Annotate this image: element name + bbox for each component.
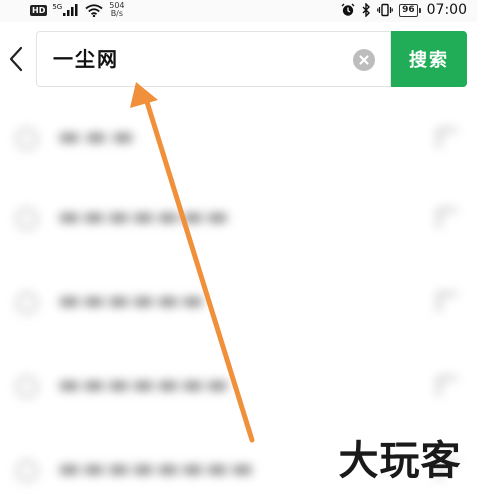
clear-x-icon [359, 55, 369, 65]
battery-level: 96 [399, 3, 418, 17]
fill-arrow-icon[interactable] [437, 292, 457, 312]
list-item[interactable]: ▬▬▬▬▬▬▬ [0, 354, 477, 414]
alarm-icon [341, 3, 355, 16]
suggestion-text: ▬▬▬ [58, 122, 139, 150]
search-header: 搜索 [0, 22, 477, 98]
cell-signal: 5G [52, 3, 79, 16]
suggestion-text: ▬▬▬▬▬▬ [58, 286, 207, 314]
fill-arrow-icon[interactable] [437, 128, 457, 148]
history-icon [16, 376, 38, 398]
history-icon [16, 292, 38, 314]
list-item[interactable]: ▬▬▬ [0, 106, 477, 166]
status-bar-right: 96 07:00 [341, 2, 467, 18]
vibrate-icon [377, 3, 393, 17]
hd-badge: HD [30, 4, 48, 16]
signal-icon [63, 4, 78, 16]
wifi-icon [85, 3, 103, 17]
search-button[interactable]: 搜索 [391, 31, 467, 87]
history-icon [16, 128, 38, 150]
status-time: 07:00 [426, 2, 467, 18]
network-speed: 504 B/s [109, 2, 124, 18]
battery-icon: 96 [399, 3, 421, 17]
search-box [36, 31, 391, 87]
fill-arrow-icon[interactable] [437, 376, 457, 396]
status-bar-left: HD 5G 504 B/s [30, 2, 125, 18]
history-icon [16, 460, 38, 482]
watermark: 大玩客 [339, 438, 462, 484]
status-bar: HD 5G 504 B/s 96 07:00 [0, 0, 477, 22]
suggestion-text: ▬▬▬▬▬▬▬▬ [58, 454, 256, 482]
battery-cap [418, 7, 421, 13]
suggestion-list: ▬▬▬ ▬▬▬▬▬▬▬ ▬▬▬▬▬▬ ▬▬▬▬▬▬▬ ▬▬▬▬▬▬▬▬ [0, 98, 477, 489]
fill-arrow-icon[interactable] [437, 208, 457, 228]
list-item[interactable]: ▬▬▬▬▬▬▬ [0, 186, 477, 246]
list-item[interactable]: ▬▬▬▬▬▬ [0, 270, 477, 330]
search-input[interactable] [53, 45, 333, 69]
history-icon [16, 208, 38, 230]
back-icon[interactable] [6, 46, 26, 72]
suggestion-text: ▬▬▬▬▬▬▬ [58, 202, 231, 230]
watermark-text: 大玩客 [339, 438, 462, 484]
network-type: 5G [52, 3, 63, 11]
bluetooth-icon [362, 3, 371, 17]
clear-icon[interactable] [353, 49, 375, 71]
suggestion-text: ▬▬▬▬▬▬▬ [58, 370, 231, 398]
speed-unit: B/s [110, 9, 124, 18]
